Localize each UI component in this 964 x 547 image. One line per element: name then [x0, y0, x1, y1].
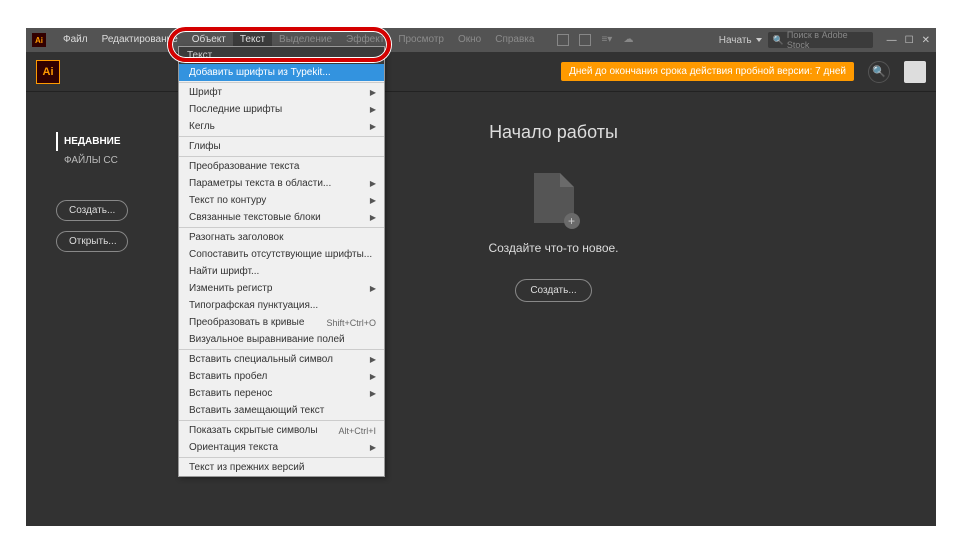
ai-logo: Ai [36, 60, 60, 84]
app-icon: Ai [32, 33, 46, 47]
menu-item[interactable]: Добавить шрифты из Typekit... [179, 64, 384, 81]
toolbar-icons: ≡▾ ☁ [557, 34, 635, 46]
window-maximize-icon[interactable]: ☐ [905, 35, 914, 46]
window-minimize-icon[interactable]: — [887, 35, 897, 46]
menu-view[interactable]: Просмотр [391, 28, 451, 52]
menu-item[interactable]: Вставить перенос▶ [179, 385, 384, 402]
menu-item[interactable]: Преобразовать в кривыеShift+Ctrl+O [179, 314, 384, 331]
tool-icon-1[interactable] [557, 34, 569, 46]
sidebar: НЕДАВНИЕ ФАЙЛЫ CC Создать... Открыть... [26, 92, 171, 526]
menu-item[interactable]: Сопоставить отсутствующие шрифты... [179, 246, 384, 263]
menu-item[interactable]: Последние шрифты▶ [179, 101, 384, 118]
secondary-bar: Ai Дней до окончания срока действия проб… [26, 52, 936, 92]
menu-item[interactable]: Шрифт▶ [179, 84, 384, 101]
tool-icon-3[interactable]: ≡▾ [601, 34, 613, 46]
sidebar-item-cc[interactable]: ФАЙЛЫ CC [56, 151, 171, 170]
new-document-icon: + [534, 173, 574, 223]
create-button[interactable]: Создать... [515, 279, 591, 302]
menu-help[interactable]: Справка [488, 28, 541, 52]
plus-icon: + [564, 213, 580, 229]
menu-item[interactable]: Глифы [179, 138, 384, 155]
menu-file[interactable]: Файл [56, 28, 95, 52]
menu-item[interactable]: Изменить регистр▶ [179, 280, 384, 297]
menu-item[interactable]: Вставить пробел▶ [179, 368, 384, 385]
user-avatar[interactable] [904, 61, 926, 83]
menu-item[interactable]: Ориентация текста▶ [179, 439, 384, 456]
menu-window[interactable]: Окно [451, 28, 488, 52]
page-title: Начало работы [489, 122, 618, 143]
menu-item[interactable]: Текст из прежних версий [179, 459, 384, 476]
menu-item[interactable]: Найти шрифт... [179, 263, 384, 280]
start-dropdown[interactable]: Начать [719, 35, 762, 46]
sidebar-item-recent[interactable]: НЕДАВНИЕ [56, 132, 171, 151]
menu-edit[interactable]: Редактирование [95, 28, 185, 52]
menu-item[interactable]: Кегль▶ [179, 118, 384, 135]
menu-item[interactable]: Вставить специальный символ▶ [179, 351, 384, 368]
text-menu-dropdown: Текст Добавить шрифты из Typekit... Шрифт… [178, 46, 385, 477]
search-button[interactable]: 🔍 [868, 61, 890, 83]
menu-item[interactable]: Связанные текстовые блоки▶ [179, 209, 384, 226]
menu-item[interactable]: Визуальное выравнивание полей [179, 331, 384, 348]
menu-item[interactable]: Преобразование текста [179, 158, 384, 175]
menu-item[interactable]: Параметры текста в области...▶ [179, 175, 384, 192]
menu-item[interactable]: Текст по контуру▶ [179, 192, 384, 209]
tool-icon-2[interactable] [579, 34, 591, 46]
trial-badge: Дней до окончания срока действия пробной… [561, 62, 854, 81]
content-subtitle: Создайте что-то новое. [488, 241, 618, 255]
dropdown-header: Текст [179, 47, 384, 64]
window-close-icon[interactable]: ✕ [922, 35, 930, 46]
menu-item[interactable]: Разогнать заголовок [179, 229, 384, 246]
sidebar-open-button[interactable]: Открыть... [56, 231, 128, 252]
menu-item[interactable]: Показать скрытые символыAlt+Ctrl+I [179, 422, 384, 439]
tool-icon-4[interactable]: ☁ [623, 34, 635, 46]
stock-search[interactable]: 🔍Поиск в Adobe Stock [768, 32, 873, 48]
menu-bar: Ai Файл Редактирование Объект Текст Выде… [26, 28, 936, 52]
sidebar-create-button[interactable]: Создать... [56, 200, 128, 221]
menu-item[interactable]: Вставить замещающий текст [179, 402, 384, 419]
menu-item[interactable]: Типографская пунктуация... [179, 297, 384, 314]
